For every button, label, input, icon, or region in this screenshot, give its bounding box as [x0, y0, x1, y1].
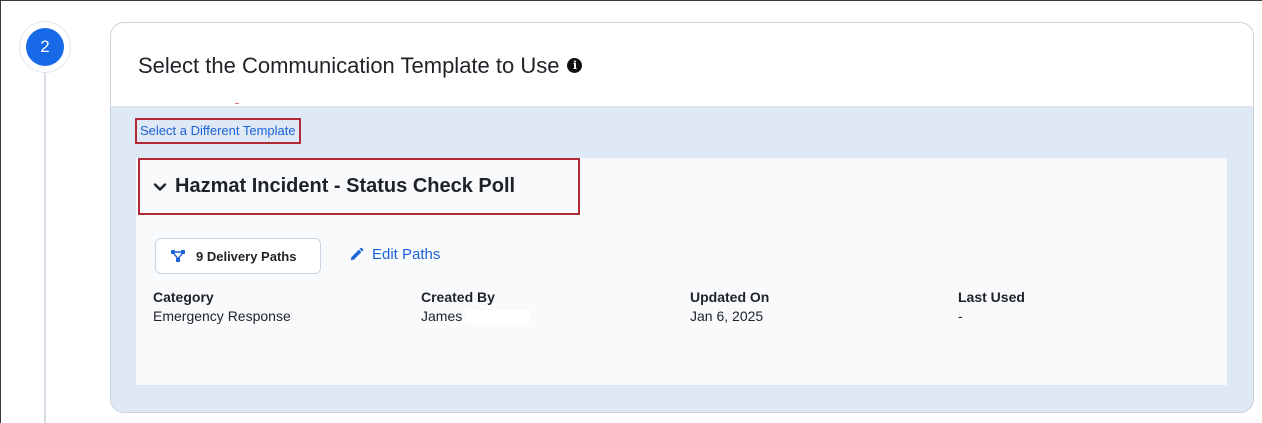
card-header: Select the Communication Template to Use… [111, 23, 1253, 107]
template-title-toggle[interactable]: Hazmat Incident - Status Check Poll [138, 158, 580, 215]
template-details-panel: Hazmat Incident - Status Check Poll 9 De… [136, 158, 1227, 385]
meta-label: Updated On [690, 289, 770, 305]
edit-paths-link[interactable]: Edit Paths [349, 246, 440, 263]
card-title: Select the Communication Template to Use… [138, 53, 583, 79]
meta-created-by: Created By James [421, 288, 531, 326]
meta-value-row: James [421, 306, 531, 326]
template-selection-card: Select the Communication Template to Use… [110, 22, 1254, 413]
meta-value: Emergency Response [153, 308, 291, 324]
template-title: Hazmat Incident - Status Check Poll [175, 175, 516, 197]
meta-last-used: Last Used - [958, 288, 1025, 326]
meta-updated-on: Updated On Jan 6, 2025 [690, 288, 769, 326]
step-number-badge: 2 [26, 28, 64, 66]
meta-category: Category Emergency Response [153, 288, 291, 326]
meta-value: - [958, 308, 963, 324]
left-border [0, 0, 1, 423]
step-connector-line [44, 72, 46, 423]
pencil-icon [350, 247, 364, 261]
meta-value: James [421, 308, 463, 324]
meta-label: Category [153, 289, 214, 305]
info-icon[interactable]: i [567, 57, 583, 73]
edit-paths-label: Edit Paths [372, 246, 441, 263]
chevron-down-icon [153, 182, 167, 191]
redaction-block [466, 310, 531, 325]
decorative-tick [235, 103, 239, 104]
delivery-paths-icon [171, 250, 185, 262]
card-title-text: Select the Communication Template to Use [138, 53, 560, 78]
delivery-paths-label: 9 Delivery Paths [196, 248, 297, 264]
top-border [0, 0, 1262, 1]
page: 2 Select the Communication Template to U… [0, 0, 1262, 423]
meta-label: Created By [421, 289, 495, 305]
delivery-paths-button[interactable]: 9 Delivery Paths [155, 238, 321, 274]
meta-value: Jan 6, 2025 [690, 308, 764, 324]
meta-label: Last Used [958, 289, 1025, 305]
select-different-template-link[interactable]: Select a Different Template [135, 118, 301, 144]
